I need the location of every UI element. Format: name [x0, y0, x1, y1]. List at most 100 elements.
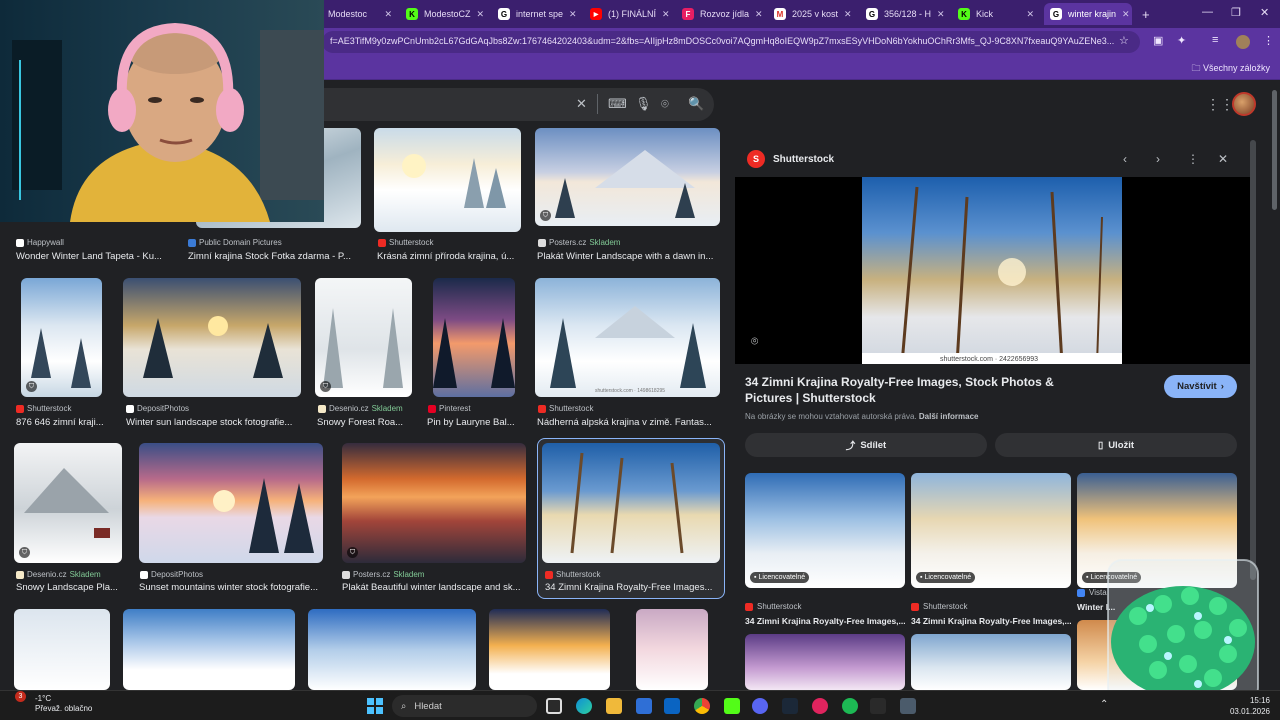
result-title[interactable]: Snowy Forest Roa... [317, 417, 412, 428]
image-result[interactable] [489, 609, 610, 690]
save-button[interactable]: ▯ Uložit [995, 433, 1237, 457]
close-tab-icon[interactable]: ✕ [662, 9, 670, 20]
image-result[interactable] [14, 609, 110, 690]
more-info-link[interactable]: Další informace [919, 412, 979, 421]
tab-kick[interactable]: K Kick ✕ [952, 3, 1040, 25]
close-tab-icon[interactable]: ✕ [569, 9, 577, 20]
image-result[interactable] [139, 443, 323, 563]
bookmark-star-icon[interactable]: ☆ [1119, 34, 1129, 47]
prev-icon[interactable]: ‹ [1123, 152, 1127, 166]
preview-image[interactable]: shutterstock.com · 2422656993 [862, 177, 1122, 364]
new-tab-button[interactable]: + [1136, 3, 1156, 25]
result-title[interactable]: Sunset mountains winter stock fotografie… [139, 582, 324, 593]
result-title[interactable]: Zimní krajina Stock Fotka zdarma - P... [188, 251, 358, 262]
edge-icon[interactable] [576, 698, 592, 714]
image-result[interactable]: ⛉ [535, 128, 720, 226]
result-title[interactable]: Plakát Beautiful winter landscape and sk… [342, 582, 527, 593]
store-icon[interactable] [636, 698, 652, 714]
keyboard-icon[interactable]: ⌨ [608, 96, 627, 112]
kick-icon[interactable] [724, 698, 740, 714]
image-result[interactable] [636, 609, 708, 690]
tab-youtube[interactable]: ▶ (1) FINÁLNÍ ✕ [584, 3, 670, 25]
discord-icon[interactable] [752, 698, 768, 714]
file-explorer-icon[interactable] [606, 698, 622, 714]
image-result[interactable] [433, 278, 515, 397]
related-image[interactable] [745, 634, 905, 690]
steam-icon[interactable] [782, 698, 798, 714]
clock[interactable]: 15:16 03.01.2026 [1230, 695, 1270, 717]
profile-icon[interactable] [1236, 35, 1250, 49]
tab-winter-krajina[interactable]: G winter krajin ✕ [1044, 3, 1132, 25]
image-result[interactable] [308, 609, 476, 690]
obs-icon[interactable] [870, 698, 886, 714]
tab-rozvoz[interactable]: F Rozvoz jídla ✕ [676, 3, 764, 25]
result-title[interactable]: Snowy Landscape Pla... [16, 582, 121, 593]
lens-icon[interactable]: ⌾ [751, 334, 758, 349]
related-title[interactable]: 34 Zimni Krajina Royalty-Free Images,... [911, 616, 1071, 626]
windows-start-icon[interactable] [367, 698, 383, 714]
tab-internet-speed[interactable]: G internet spe ✕ [492, 3, 580, 25]
result-title[interactable]: Pin by Lauryne Bal... [427, 417, 519, 428]
url-field[interactable]: f=AE3TifM9y0zwPCnUmb2cL67GdGAqJbs8Zw:176… [322, 31, 1140, 53]
close-tab-icon[interactable]: ✕ [755, 9, 763, 20]
close-tab-icon[interactable]: ✕ [384, 9, 392, 20]
outlook-icon[interactable] [664, 698, 680, 714]
tab-google-calc[interactable]: G 356/128 - H ✕ [860, 3, 948, 25]
close-tab-icon[interactable]: ✕ [1026, 9, 1034, 20]
close-tab-icon[interactable]: ✕ [477, 9, 485, 20]
related-title[interactable]: 34 Zimni Krajina Royalty-Free Images,... [745, 616, 905, 626]
result-title[interactable]: 876 646 zimní kraji... [16, 417, 106, 428]
close-tab-icon[interactable]: ✕ [844, 9, 852, 20]
opera-icon[interactable] [812, 698, 828, 714]
extension-icon[interactable]: ▣ [1153, 34, 1163, 47]
more-icon[interactable]: ⋮ [1187, 152, 1199, 166]
mic-icon[interactable]: 🎙 [635, 96, 652, 112]
close-window-icon[interactable]: ✕ [1260, 6, 1269, 19]
page-scrollbar[interactable] [1272, 90, 1277, 210]
image-result[interactable] [123, 609, 295, 690]
image-result[interactable]: shutterstock.com · 1498618295 [535, 278, 720, 397]
puzzle-icon[interactable]: ✦ [1177, 34, 1186, 47]
app-icon[interactable] [900, 698, 916, 714]
tab-modestocz[interactable]: K ModestoCZ ✕ [400, 3, 488, 25]
image-result-selected[interactable] [542, 443, 720, 563]
all-bookmarks[interactable]: 🗀 Všechny záložky [1191, 61, 1270, 77]
result-title[interactable]: 34 Zimni Krajina Royalty-Free Images... [545, 582, 720, 593]
close-tab-icon[interactable]: ✕ [937, 9, 945, 20]
related-image[interactable] [911, 634, 1071, 690]
tab-modestoc[interactable]: Modestoc ✕ [322, 3, 398, 25]
task-view-icon[interactable] [546, 698, 562, 714]
close-icon[interactable]: ✕ [1218, 152, 1228, 166]
result-title[interactable]: Nádherná alpská krajina v zimě. Fantas..… [537, 417, 719, 428]
result-page-title[interactable]: 34 Zimni Krajina Royalty-Free Images, St… [745, 374, 1090, 406]
panel-scrollbar[interactable] [1250, 140, 1256, 580]
close-tab-icon[interactable]: ✕ [1122, 9, 1130, 20]
next-icon[interactable]: › [1156, 152, 1160, 166]
kebab-menu-icon[interactable]: ⋮ [1263, 34, 1274, 47]
weather-widget[interactable]: 3 -1°C Převaž. oblačno [10, 691, 92, 714]
minimize-icon[interactable]: — [1202, 6, 1213, 18]
avatar[interactable] [1232, 92, 1256, 116]
image-result[interactable] [123, 278, 301, 397]
search-input[interactable]: ✕ ⌨ 🎙 ⌾ 🔍 [322, 88, 714, 121]
share-button[interactable]: ⤴ Sdílet [745, 433, 987, 457]
related-image[interactable]: ▪ Licencovatelné [745, 473, 905, 588]
result-title[interactable]: Plakát Winter Landscape with a dawn in..… [537, 251, 719, 262]
image-result[interactable] [374, 128, 521, 232]
search-icon[interactable]: 🔍 [688, 96, 704, 112]
image-result[interactable]: ⛉ [21, 278, 102, 397]
result-title[interactable]: Wonder Winter Land Tapeta - Ku... [16, 251, 166, 262]
result-title[interactable]: Krásná zimní příroda krajina, ú... [377, 251, 522, 262]
tab-gmail[interactable]: M 2025 v kost ✕ [768, 3, 856, 25]
image-result[interactable]: ⛉ [14, 443, 122, 563]
image-result[interactable]: ⛉ [315, 278, 412, 397]
result-title[interactable]: Winter sun landscape stock fotografie... [126, 417, 301, 428]
panel-source[interactable]: S Shutterstock [747, 150, 834, 168]
related-image[interactable]: ▪ Licencovatelné [911, 473, 1071, 588]
lens-icon[interactable]: ⌾ [661, 96, 669, 112]
visit-button[interactable]: Navštívit › [1164, 375, 1237, 398]
tray-chevron-icon[interactable]: ⌃ [1100, 699, 1108, 710]
media-icon[interactable]: ≡ [1212, 34, 1218, 46]
spotify-icon[interactable] [842, 698, 858, 714]
chrome-icon[interactable] [694, 698, 710, 714]
